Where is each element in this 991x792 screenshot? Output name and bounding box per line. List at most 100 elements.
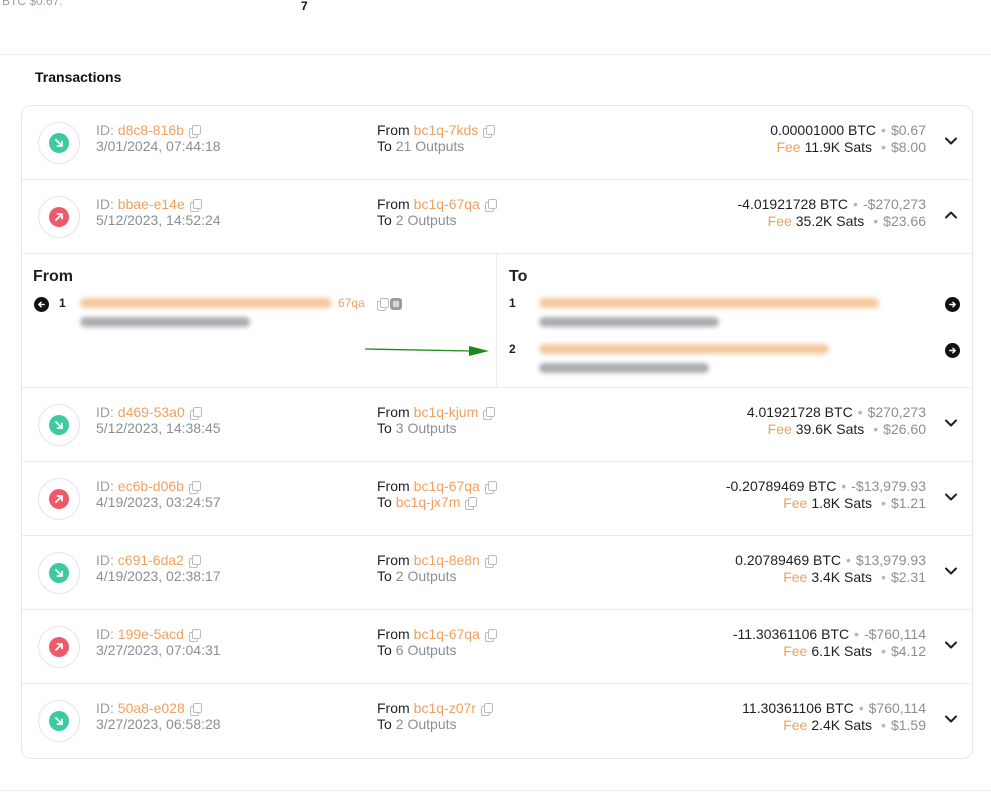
transaction-date: 3/27/2023, 06:58:28 [96,716,221,732]
to-outputs-line: To 2 Outputs [377,568,457,584]
copy-icon[interactable] [484,629,497,642]
copy-icon[interactable] [484,481,497,494]
from-address-line: From bc1q-7kds [377,122,496,138]
detail-to-heading: To [509,268,528,285]
transaction-hash[interactable]: d469-53a0 [118,404,185,420]
copy-icon[interactable] [188,629,201,642]
outputs-count: 6 Outputs [395,642,457,658]
transaction-id: ID: d469-53a0 [96,404,202,420]
transactions-title: Transactions [35,69,122,85]
chevron-down-icon[interactable] [944,566,958,576]
to-outputs-line: To 3 Outputs [377,420,457,436]
to-outputs-line: To 21 Outputs [377,138,465,154]
amount: -4.01921728 BTC • -$270,273 [737,196,927,212]
transaction-row[interactable]: ID: 199e-5acd 3/27/2023, 07:04:31 From bc… [22,610,972,684]
transaction-row[interactable]: ID: c691-6da2 4/19/2023, 02:38:17 From bc… [22,536,972,610]
copy-icon[interactable] [377,298,389,311]
chevron-up-icon[interactable] [944,210,958,220]
fee: Fee 3.4K Sats • $2.31 [783,569,926,585]
transaction-row[interactable]: ID: d8c8-816b 3/01/2024, 07:44:18 From bc… [22,106,972,180]
from-address-link[interactable]: bc1q-7kds [414,122,479,138]
from-address-link[interactable]: bc1q-67qa [414,478,480,494]
incoming-direction-icon [38,122,80,164]
amount: 0.00001000 BTC • $0.67 [770,122,926,138]
output-address-redacted [539,344,829,354]
copy-icon[interactable] [465,497,478,510]
from-address-line: From bc1q-z07r [377,700,493,716]
to-outputs-line: To 2 Outputs [377,212,457,228]
transaction-id: ID: d8c8-816b [96,122,201,138]
copy-icon[interactable] [188,125,201,138]
amount: 0.20789469 BTC • $13,979.93 [735,552,926,568]
copy-icon[interactable] [188,481,201,494]
transaction-date: 4/19/2023, 03:24:57 [96,494,221,510]
transaction-date: 4/19/2023, 02:38:17 [96,568,221,584]
incoming-direction-icon [38,552,80,594]
stat-number: 7 [301,0,308,13]
amount: -11.30361106 BTC • -$760,114 [732,626,926,642]
fee: Fee 35.2K Sats • $23.66 [767,213,926,229]
copy-icon[interactable] [189,703,202,716]
outputs-count: 2 Outputs [395,716,457,732]
from-address-line: From bc1q-67qa [377,626,497,642]
copy-icon[interactable] [483,407,496,420]
transaction-date: 5/12/2023, 14:52:24 [96,212,221,228]
detail-divider [496,254,497,388]
chevron-down-icon[interactable] [944,714,958,724]
transaction-detail-panel: From 1 67qa To 1 2 [22,254,972,388]
circle-arrow-right-icon[interactable] [945,297,960,312]
transaction-id: ID: 50a8-e028 [96,700,202,716]
previous-section-fragment: BTC $0.67. 7 [0,0,991,14]
incoming-direction-icon [38,700,80,742]
from-address-link[interactable]: bc1q-kjum [414,404,479,420]
chevron-down-icon[interactable] [944,492,958,502]
outputs-count: 2 Outputs [395,568,457,584]
fee: Fee 6.1K Sats • $4.12 [783,643,926,659]
to-address-link[interactable]: bc1q-jx7m [396,494,461,510]
transaction-row[interactable]: ID: ec6b-d06b 4/19/2023, 03:24:57 From bc… [22,462,972,536]
output-index: 1 [509,296,516,310]
from-address-link[interactable]: bc1q-8e8n [414,552,480,568]
transaction-hash[interactable]: 199e-5acd [118,626,184,642]
from-address-link[interactable]: bc1q-67qa [414,626,480,642]
copy-icon[interactable] [188,555,201,568]
input-value-redacted [80,317,250,327]
amount: 4.01921728 BTC • $270,273 [746,404,926,420]
arrow-up-right-icon [55,495,63,503]
explorer-link-icon[interactable] [390,298,402,310]
transaction-row[interactable]: ID: d469-53a0 5/12/2023, 14:38:45 From bc… [22,388,972,462]
outgoing-direction-icon [38,626,80,668]
incoming-direction-icon [38,404,80,446]
transaction-hash[interactable]: c691-6da2 [118,552,184,568]
section-divider [0,54,991,55]
copy-icon[interactable] [484,555,497,568]
to-outputs-line: To 2 Outputs [377,716,457,732]
from-address-link[interactable]: bc1q-67qa [414,196,480,212]
transaction-hash[interactable]: bbae-e14e [118,196,185,212]
circle-arrow-right-icon[interactable] [945,343,960,358]
outgoing-direction-icon [38,478,80,520]
transaction-row[interactable]: ID: 50a8-e028 3/27/2023, 06:58:28 From bc… [22,684,972,758]
chevron-down-icon[interactable] [944,640,958,650]
input-index: 1 [59,296,66,310]
copy-icon[interactable] [484,199,497,212]
arrow-down-right-icon [55,569,63,577]
fee: Fee 1.8K Sats • $1.21 [783,495,926,511]
output-value-redacted [539,317,719,327]
transaction-date: 5/12/2023, 14:38:45 [96,420,221,436]
copy-icon[interactable] [189,199,202,212]
transaction-hash[interactable]: d8c8-816b [118,122,184,138]
transaction-hash[interactable]: 50a8-e028 [118,700,185,716]
chevron-down-icon[interactable] [944,418,958,428]
copy-icon[interactable] [483,125,496,138]
transaction-row-expanded[interactable]: ID: bbae-e14e 5/12/2023, 14:52:24 From bc… [22,180,972,254]
arrow-down-right-icon [55,717,63,725]
from-address-link[interactable]: bc1q-z07r [414,700,476,716]
arrow-up-right-icon [55,643,63,651]
chevron-down-icon[interactable] [944,136,958,146]
transaction-hash[interactable]: ec6b-d06b [118,478,184,494]
input-address-tail[interactable]: 67qa [338,296,365,310]
circle-arrow-left-icon[interactable] [34,297,49,312]
copy-icon[interactable] [189,407,202,420]
copy-icon[interactable] [480,703,493,716]
